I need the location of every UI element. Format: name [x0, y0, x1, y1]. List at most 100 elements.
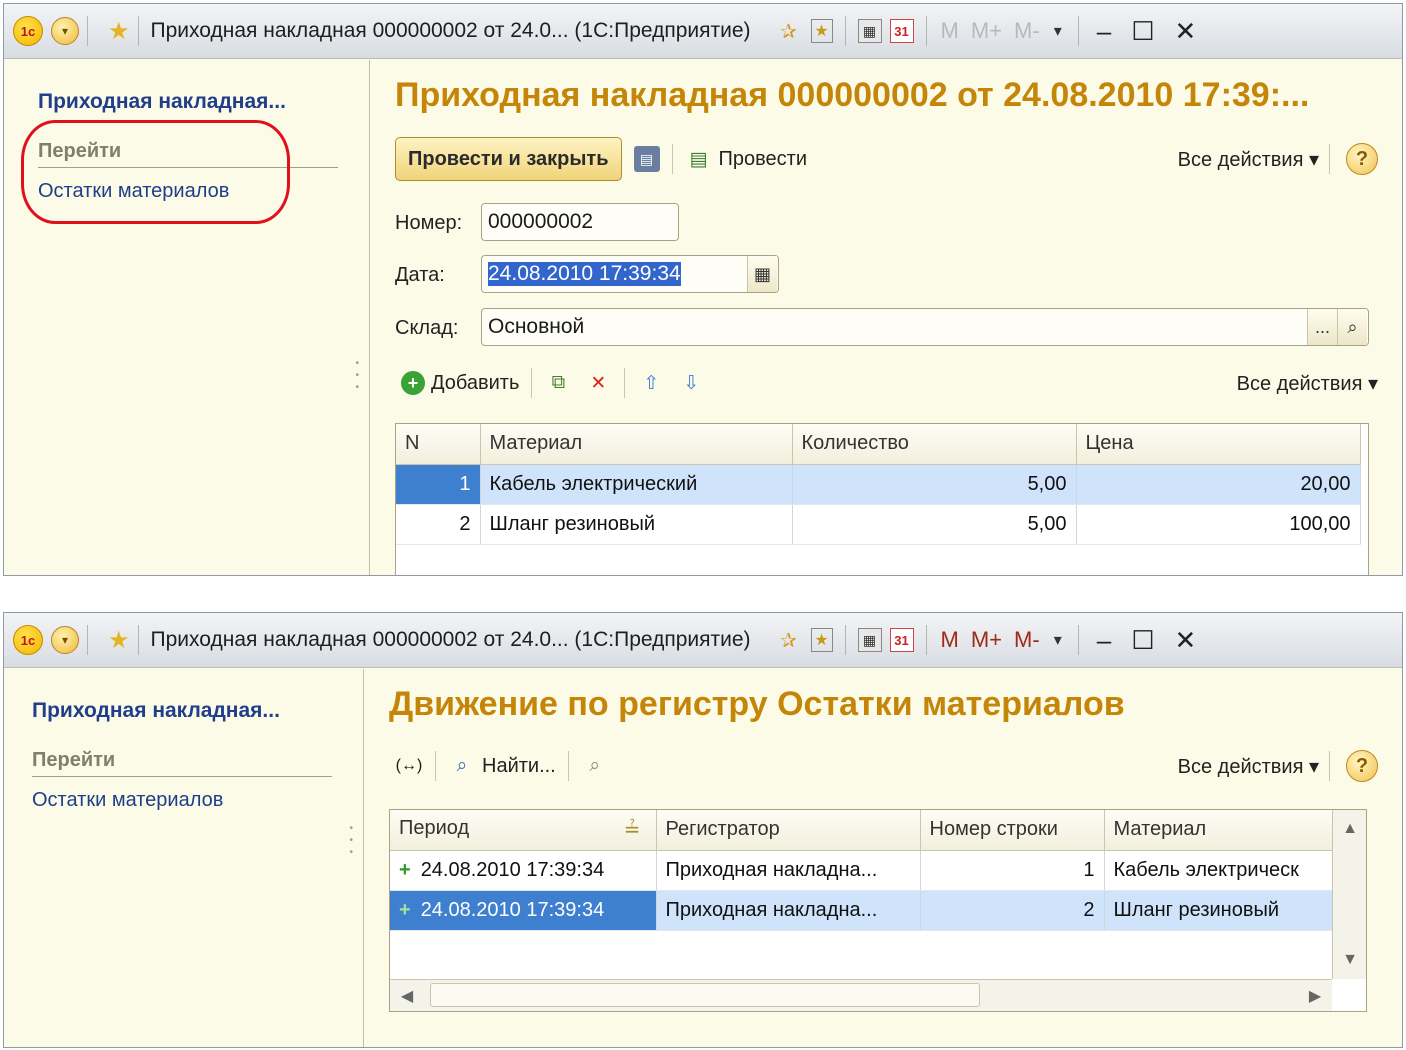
splitter-handle[interactable]: • • •: [349, 823, 353, 859]
save-icon[interactable]: ▤: [633, 146, 660, 172]
calculator-icon[interactable]: ▦: [857, 19, 882, 43]
sidebar-link-material-balances[interactable]: Остатки материалов: [32, 789, 223, 812]
move-down-icon[interactable]: ⇩: [677, 369, 705, 397]
memory-button[interactable]: M: [941, 18, 959, 44]
table-all-actions-menu[interactable]: Все действия ▾: [1237, 371, 1378, 396]
memory-button[interactable]: M: [941, 627, 959, 653]
post-and-close-button[interactable]: Провести и закрыть: [395, 137, 622, 181]
highlight-oval: [21, 120, 290, 224]
maximize-icon[interactable]: ☐: [1131, 625, 1154, 656]
find-button[interactable]: Найти...: [482, 755, 556, 778]
cell-period[interactable]: +24.08.2010 17:39:34: [390, 890, 657, 931]
scroll-up-icon[interactable]: ▲: [1333, 812, 1366, 846]
favorites-star-icon[interactable]: ★: [108, 626, 130, 655]
cell-price[interactable]: 20,00: [1076, 464, 1361, 505]
memory-minus-button[interactable]: M-: [1014, 18, 1040, 44]
chevron-down-icon[interactable]: ▾: [1054, 630, 1062, 650]
help-icon[interactable]: ?: [1346, 143, 1378, 175]
cell-material[interactable]: Шланг резиновый: [1104, 890, 1333, 931]
post-icon[interactable]: ▤: [685, 145, 713, 173]
window-title: Приходная накладная 000000002 от 24.0...…: [150, 19, 751, 42]
close-icon[interactable]: ✕: [1175, 16, 1197, 47]
cell-n[interactable]: 2: [396, 504, 481, 545]
table-row[interactable]: +24.08.2010 17:39:34 Приходная накладна.…: [390, 850, 1333, 891]
minimize-icon[interactable]: –: [1097, 625, 1111, 656]
post-button[interactable]: Провести: [719, 148, 807, 171]
bookmark-icon[interactable]: ★: [810, 628, 833, 652]
output-list-icon[interactable]: (↔): [395, 752, 423, 780]
all-actions-menu[interactable]: Все действия ▾: [1178, 754, 1319, 779]
date-value: 24.08.2010 17:39:34: [488, 262, 681, 286]
cell-material[interactable]: Шланг резиновый: [480, 504, 793, 545]
cancel-search-icon[interactable]: ⌕: [581, 752, 609, 780]
cell-line-number[interactable]: 1: [920, 850, 1105, 891]
column-header-material[interactable]: Материал: [480, 424, 793, 465]
calendar-icon[interactable]: 31: [889, 628, 914, 652]
1c-logo-icon[interactable]: 1c: [13, 16, 43, 46]
menu-dropdown-icon[interactable]: ▾: [51, 17, 79, 45]
all-actions-menu[interactable]: Все действия ▾: [1178, 147, 1319, 172]
cell-material[interactable]: Кабель электрическ: [1104, 850, 1333, 891]
separator: [624, 368, 626, 398]
1c-logo-icon[interactable]: 1c: [13, 625, 43, 655]
number-field[interactable]: 000000002: [481, 203, 679, 241]
cell-quantity[interactable]: 5,00: [792, 464, 1077, 505]
column-header-price[interactable]: Цена: [1076, 424, 1361, 465]
add-favorite-icon[interactable]: ✰: [775, 17, 803, 45]
close-icon[interactable]: ✕: [1175, 625, 1197, 656]
cell-registrar[interactable]: Приходная накладна...: [656, 850, 921, 891]
memory-minus-button[interactable]: M-: [1014, 627, 1040, 653]
table-row[interactable]: 2 Шланг резиновый 5,00 100,00: [396, 504, 1361, 545]
add-favorite-icon[interactable]: ✰: [775, 626, 803, 654]
delete-icon[interactable]: ✕: [584, 369, 612, 397]
favorites-star-icon[interactable]: ★: [108, 17, 130, 46]
warehouse-field[interactable]: Основной: [481, 308, 1369, 346]
add-icon[interactable]: +: [401, 371, 425, 395]
cell-price[interactable]: 100,00: [1076, 504, 1361, 545]
choice-button[interactable]: ...: [1307, 309, 1337, 345]
date-field[interactable]: 24.08.2010 17:39:34: [481, 255, 779, 293]
column-header-period[interactable]: Период ≟: [390, 810, 657, 851]
cell-line-number[interactable]: 2: [920, 890, 1105, 931]
column-header-material[interactable]: Материал: [1104, 810, 1333, 851]
minimize-icon[interactable]: –: [1097, 16, 1111, 47]
cell-n[interactable]: 1: [396, 464, 481, 505]
calendar-picker-icon[interactable]: ▦: [747, 256, 777, 292]
scroll-right-icon[interactable]: ▶: [1298, 979, 1332, 1011]
list-command-bar: (↔) ⌕ Найти... ⌕ Все действия ▾ ?: [389, 743, 1378, 789]
table-row[interactable]: +24.08.2010 17:39:34 Приходная накладна.…: [390, 890, 1333, 931]
scroll-down-icon[interactable]: ▼: [1333, 943, 1366, 977]
bookmark-icon[interactable]: ★: [810, 19, 833, 43]
cell-period[interactable]: +24.08.2010 17:39:34: [390, 850, 657, 891]
column-header-quantity[interactable]: Количество: [792, 424, 1077, 465]
sidebar-title[interactable]: Приходная накладная...: [38, 90, 286, 114]
add-button[interactable]: Добавить: [431, 372, 519, 395]
move-up-icon[interactable]: ⇧: [637, 369, 665, 397]
memory-plus-button[interactable]: M+: [971, 18, 1002, 44]
column-header-n[interactable]: N: [396, 424, 481, 465]
find-icon[interactable]: ⌕: [448, 752, 476, 780]
copy-icon[interactable]: ⧉: [544, 369, 572, 397]
horizontal-scroll-thumb[interactable]: [430, 983, 980, 1007]
date-label: Дата:: [395, 264, 445, 286]
menu-dropdown-icon[interactable]: ▾: [51, 626, 79, 654]
maximize-icon[interactable]: ☐: [1131, 16, 1154, 47]
cell-quantity[interactable]: 5,00: [792, 504, 1077, 545]
scroll-left-icon[interactable]: ◀: [390, 979, 424, 1011]
sidebar-title[interactable]: Приходная накладная...: [32, 699, 280, 723]
search-icon[interactable]: ⌕: [1337, 309, 1367, 345]
splitter-handle[interactable]: • • •: [355, 358, 359, 394]
calculator-icon[interactable]: ▦: [857, 628, 882, 652]
help-icon[interactable]: ?: [1346, 750, 1378, 782]
column-header-registrar[interactable]: Регистратор: [656, 810, 921, 851]
memory-plus-button[interactable]: M+: [971, 627, 1002, 653]
cell-registrar[interactable]: Приходная накладна...: [656, 890, 921, 931]
calendar-icon[interactable]: 31: [889, 19, 914, 43]
vertical-scrollbar[interactable]: ▲ ▼: [1332, 810, 1366, 979]
chevron-down-icon[interactable]: ▾: [1054, 21, 1062, 41]
column-header-line-number[interactable]: Номер строки: [920, 810, 1105, 851]
cell-material[interactable]: Кабель электрический: [480, 464, 793, 505]
table-row[interactable]: 1 Кабель электрический 5,00 20,00: [396, 464, 1361, 505]
horizontal-scrollbar[interactable]: ◀ ▶: [390, 979, 1332, 1011]
table-command-bar: + Добавить ⧉ ✕ ⇧ ⇩ Все действия ▾: [395, 360, 1378, 406]
